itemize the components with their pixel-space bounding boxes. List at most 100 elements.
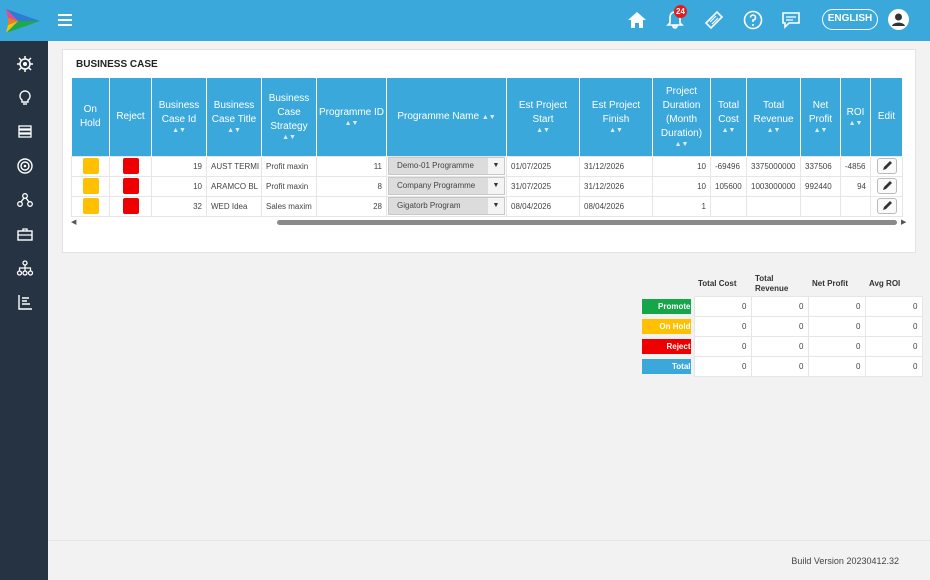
summary-label-cell: Total <box>640 356 694 376</box>
target-icon[interactable] <box>16 157 34 175</box>
home-icon[interactable] <box>626 9 648 31</box>
col-strategy[interactable]: Business Case Strategy ▲▼ <box>261 78 317 156</box>
total-revenue-cell <box>746 195 801 217</box>
est-finish-cell[interactable]: 31/12/2026 <box>579 155 653 177</box>
sort-icon[interactable]: ▲▼ <box>843 120 868 128</box>
summary-value: 0 <box>693 295 752 317</box>
sort-icon[interactable]: ▲▼ <box>209 127 259 135</box>
chevron-down-icon[interactable]: ▼ <box>488 198 504 214</box>
settings-icon[interactable] <box>16 55 34 73</box>
summary-value: 0 <box>750 335 809 357</box>
col-est-start[interactable]: Est Project Start ▲▼ <box>506 78 580 156</box>
case-title-cell[interactable]: AUST TERMI <box>206 155 262 177</box>
col-net-profit[interactable]: Net Profit ▲▼ <box>800 78 841 156</box>
col-duration[interactable]: Project Duration (Month Duration) ▲▼ <box>652 78 711 156</box>
edit-button[interactable] <box>876 178 897 194</box>
col-total-cost[interactable]: Total Cost ▲▼ <box>710 78 747 156</box>
scroll-right-icon[interactable]: ▶ <box>901 218 906 226</box>
summary-col-total-cost: Total Cost <box>698 278 737 288</box>
sort-icon[interactable]: ▲▼ <box>154 127 204 135</box>
summary-value: 0 <box>807 315 866 337</box>
ticket-icon[interactable] <box>703 9 725 31</box>
duration-cell[interactable]: 10 <box>652 175 711 197</box>
col-programme-id[interactable]: Programme ID ▲▼ <box>316 78 387 156</box>
summary-col-avg-roi: Avg ROI <box>869 278 901 288</box>
scrollbar-thumb[interactable] <box>277 220 897 225</box>
reject-button[interactable] <box>122 178 139 194</box>
est-finish-cell[interactable]: 31/12/2026 <box>579 175 653 197</box>
programme-id-cell: 8 <box>316 175 387 197</box>
case-title-cell[interactable]: ARAMCO BL <box>206 175 262 197</box>
est-start-cell[interactable]: 01/07/2025 <box>506 155 580 177</box>
reject-cell <box>109 175 152 197</box>
language-button[interactable]: ENGLISH <box>822 9 878 30</box>
col-est-finish[interactable]: Est Project Finish ▲▼ <box>579 78 653 156</box>
menu-toggle-icon[interactable] <box>58 14 72 26</box>
est-finish-cell[interactable]: 08/04/2026 <box>579 195 653 217</box>
summary-value: 0 <box>807 355 866 377</box>
col-programme-name[interactable]: Programme Name ▲▼ <box>386 78 507 156</box>
sort-icon[interactable]: ▲▼ <box>582 127 650 135</box>
sort-icon[interactable]: ▲▼ <box>749 127 798 135</box>
idea-icon[interactable] <box>16 89 34 107</box>
sort-icon[interactable]: ▲▼ <box>509 127 577 135</box>
report-icon[interactable] <box>16 293 34 311</box>
reject-button[interactable] <box>122 158 139 174</box>
share-icon[interactable] <box>16 191 34 209</box>
programme-select[interactable]: Company Programme ▼ <box>388 177 505 195</box>
on-hold-button[interactable] <box>82 158 99 174</box>
col-case-id[interactable]: Business Case Id ▲▼ <box>151 78 207 156</box>
est-start-cell[interactable]: 08/04/2026 <box>506 195 580 217</box>
edit-button[interactable] <box>876 198 897 214</box>
reject-cell <box>109 195 152 217</box>
on-hold-button[interactable] <box>82 198 99 214</box>
on-hold-button[interactable] <box>82 178 99 194</box>
est-start-cell[interactable]: 31/07/2025 <box>506 175 580 197</box>
user-avatar[interactable] <box>888 9 909 30</box>
strategy-cell[interactable]: Sales maxim <box>261 195 317 217</box>
col-total-revenue[interactable]: Total Revenue ▲▼ <box>746 78 801 156</box>
col-reject: Reject <box>109 78 152 156</box>
programme-select[interactable]: Gigatorb Program ▼ <box>388 197 505 215</box>
case-id-cell: 32 <box>151 195 207 217</box>
chevron-down-icon[interactable]: ▼ <box>488 158 504 174</box>
programme-select[interactable]: Demo-01 Programme ▼ <box>388 157 505 175</box>
col-case-title[interactable]: Business Case Title ▲▼ <box>206 78 262 156</box>
summary-value: 0 <box>693 355 752 377</box>
strategy-cell[interactable]: Profit maxin <box>261 175 317 197</box>
sort-icon[interactable]: ▲▼ <box>803 127 838 135</box>
col-edit: Edit <box>870 78 903 156</box>
edit-button[interactable] <box>876 158 897 174</box>
hierarchy-icon[interactable] <box>16 259 34 277</box>
programme-select-value: Company Programme <box>397 181 476 190</box>
on-hold-cell <box>71 195 110 217</box>
sort-icon[interactable]: ▲▼ <box>713 127 744 135</box>
programme-select-value: Demo-01 Programme <box>397 161 474 170</box>
briefcase-icon[interactable] <box>16 225 34 243</box>
sort-icon[interactable]: ▲▼ <box>482 114 496 121</box>
net-profit-cell: 337506 <box>800 155 841 177</box>
summary-value: 0 <box>864 335 923 357</box>
duration-cell[interactable]: 10 <box>652 155 711 177</box>
table-row: 10 ARAMCO BL Profit maxin 8 Company Prog… <box>71 175 903 197</box>
net-profit-cell <box>800 195 841 217</box>
chat-icon[interactable] <box>780 9 802 31</box>
help-icon[interactable] <box>742 9 764 31</box>
stack-icon[interactable] <box>16 122 34 140</box>
duration-cell[interactable]: 1 <box>652 195 711 217</box>
sort-icon[interactable]: ▲▼ <box>319 120 384 128</box>
reject-button[interactable] <box>122 198 139 214</box>
strategy-cell[interactable]: Profit maxin <box>261 155 317 177</box>
col-roi[interactable]: ROI ▲▼ <box>840 78 871 156</box>
scroll-left-icon[interactable]: ◀ <box>71 218 76 226</box>
footer: Build Version 20230412.32 <box>48 540 930 580</box>
sort-icon[interactable]: ▲▼ <box>655 141 708 149</box>
chevron-down-icon[interactable]: ▼ <box>488 178 504 194</box>
horizontal-scrollbar[interactable]: ◀ ▶ <box>71 218 909 226</box>
case-title-cell[interactable]: WED Idea <box>206 195 262 217</box>
reject-label: Reject <box>642 338 691 354</box>
brand-logo[interactable] <box>4 6 42 36</box>
summary-value: 0 <box>864 295 923 317</box>
sort-icon[interactable]: ▲▼ <box>264 134 314 142</box>
table-row: 19 AUST TERMI Profit maxin 11 Demo-01 Pr… <box>71 155 903 177</box>
